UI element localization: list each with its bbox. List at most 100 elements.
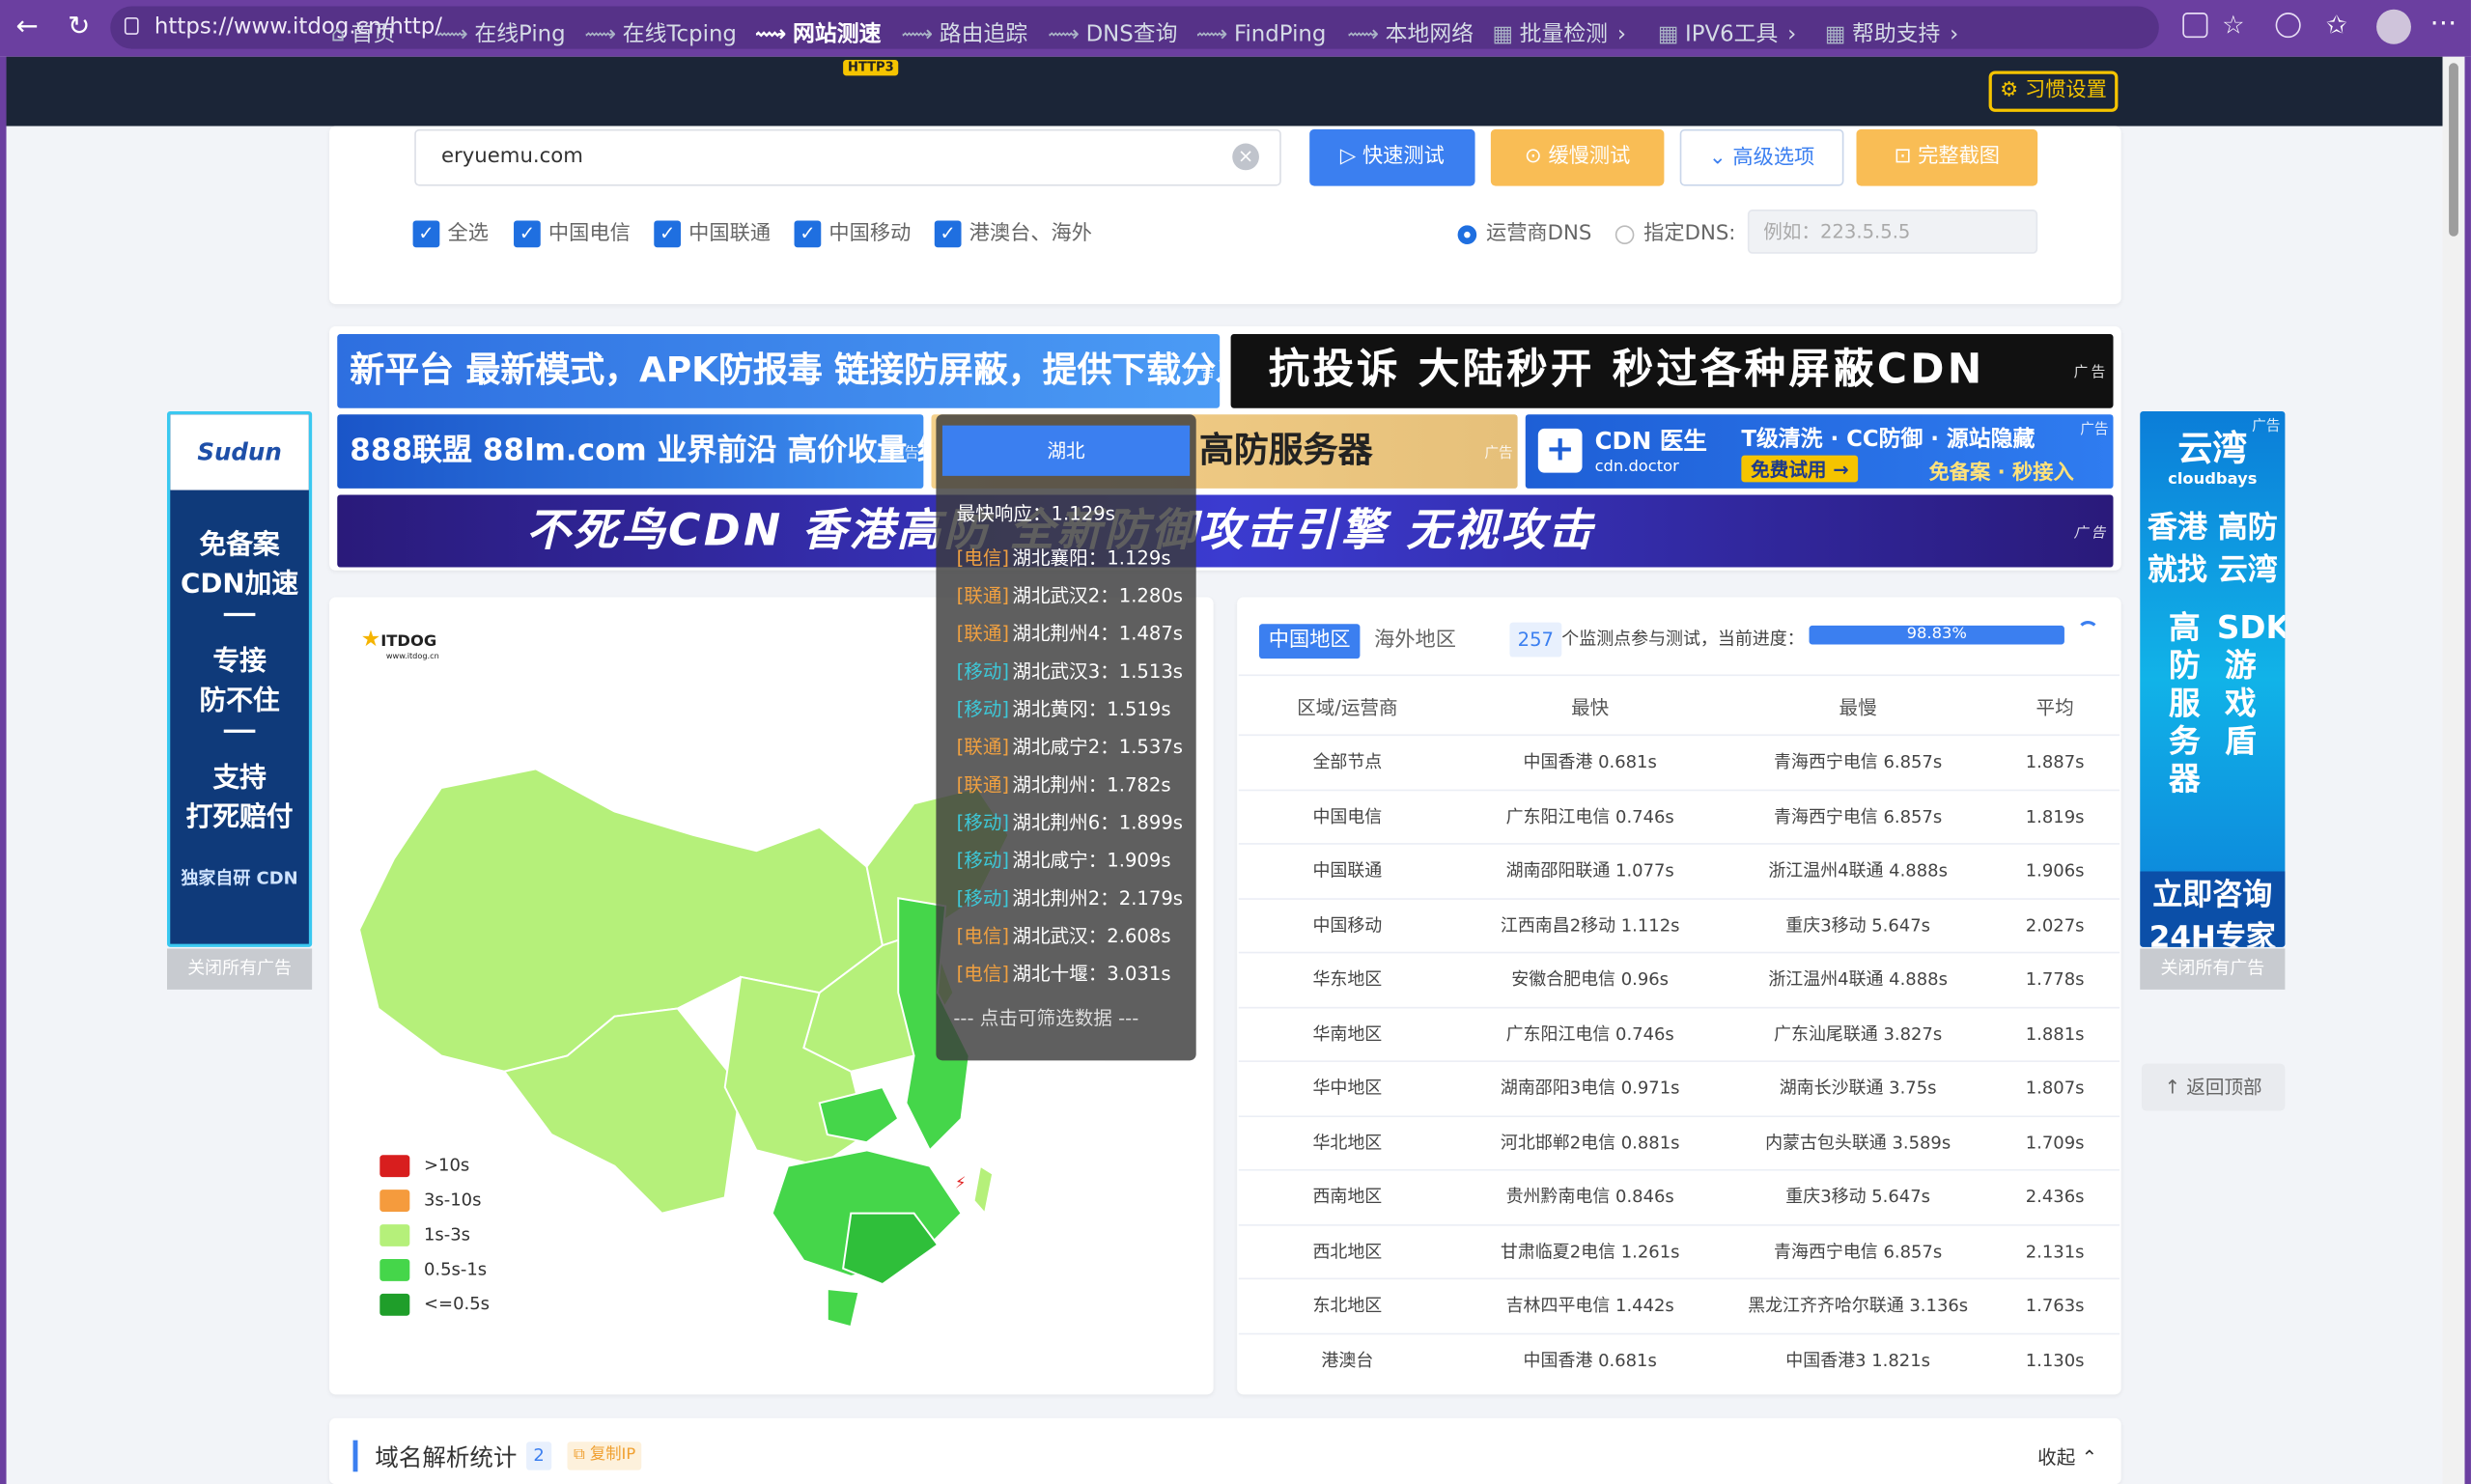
back-to-top-button[interactable]: ↑ 返回顶部: [2141, 1063, 2286, 1111]
table-row[interactable]: 华北地区 河北邯郸2电信 0.881s 内蒙古包头联通 3.589s 1.709s: [1238, 1114, 2120, 1168]
reader-icon[interactable]: [2182, 13, 2208, 39]
table-row[interactable]: 华中地区 湖南邵阳3电信 0.971s 湖南长沙联通 3.75s 1.807s: [1238, 1060, 2120, 1113]
favorites-icon[interactable]: ✩: [2326, 10, 2347, 40]
tooltip-line: [移动] 湖北荆州6：1.899s: [956, 811, 1184, 834]
table-cell: 中国香港 0.681s: [1523, 751, 1657, 772]
collapse-button[interactable]: 收起 ⌃: [2037, 1443, 2097, 1470]
table-cell: 黑龙江齐齐哈尔联通 3.136s: [1748, 1295, 1969, 1316]
table-cell: 1.778s: [2025, 968, 2085, 990]
progress-bar: 98.83%: [1809, 625, 2065, 645]
slow-test-button[interactable]: ⊙ 缓慢测试: [1490, 128, 1665, 186]
nav-ping[interactable]: ⟿ 在线Ping: [436, 0, 566, 70]
map-region-hainan[interactable]: [826, 1287, 860, 1329]
ad-banner-cdn[interactable]: 抗投诉 大陆秒开 秒过各种屏蔽CDN 广告: [1230, 333, 2114, 408]
scrollbar[interactable]: [2442, 56, 2465, 1484]
tooltip-line: [联通] 湖北荆州4：1.487s: [956, 622, 1184, 645]
dns-input[interactable]: 例如：223.5.5.5: [1747, 210, 2038, 254]
checkbox-unicom[interactable]: ✓ 中国联通: [654, 220, 771, 248]
checkbox-overseas[interactable]: ✓ 港澳台、海外: [934, 220, 1092, 248]
nav-traceroute[interactable]: ⟿ 路由追踪: [902, 0, 1028, 70]
ad-banner-cdn-doctor[interactable]: + CDN 医生 cdn.doctor T级清洗 · CC防御 · 源站隐藏 免…: [1525, 414, 2114, 489]
nav-dns[interactable]: ⟿ DNS查询: [1048, 0, 1177, 70]
checkbox-all[interactable]: ✓ 全选: [412, 220, 489, 248]
table-row[interactable]: 中国联通 湖南邵阳联通 1.077s 浙江温州4联通 4.888s 1.906s: [1238, 843, 2120, 896]
table-cell: 青海西宁电信 6.857s: [1774, 805, 1943, 826]
table-cell: 浙江温州4联通 4.888s: [1768, 860, 1948, 882]
checkbox-telecom[interactable]: ✓ 中国电信: [514, 220, 631, 248]
advanced-options-button[interactable]: ⌄ 高级选项: [1679, 128, 1844, 186]
favorite-star-icon[interactable]: ☆: [2222, 10, 2244, 40]
itdog-logo: ★ITDOG www.itdog.cn: [360, 627, 439, 662]
table-cell: 广东阳江电信 0.746s: [1505, 1022, 1674, 1045]
check-icon: ✓: [514, 220, 541, 248]
tab-china[interactable]: 中国地区: [1258, 624, 1361, 659]
table-row[interactable]: 东北地区 吉林四平电信 1.442s 黑龙江齐齐哈尔联通 3.136s 1.763s: [1238, 1277, 2120, 1331]
extensions-icon[interactable]: [2275, 13, 2301, 39]
side-ad-left[interactable]: Sudun 免备案 CDN加速 专接 防不住 支持 打死赔付 独家自研 CDN …: [166, 410, 313, 947]
logo-icon: ★: [360, 627, 381, 653]
tab-overseas[interactable]: 海外地区: [1364, 624, 1465, 658]
nav-ipv6[interactable]: ▦ IPV6工具 ›: [1658, 0, 1796, 70]
table-cell: 广东阳江电信 0.746s: [1505, 805, 1674, 826]
radio-isp-dns[interactable]: 运营商DNS: [1457, 220, 1591, 248]
nav-findping[interactable]: ⟿ FindPing: [1196, 0, 1327, 70]
pulse-icon: ⟿: [1347, 21, 1380, 47]
nav-help[interactable]: ▦ 帮助支持 ›: [1825, 0, 1958, 70]
nav-local-network[interactable]: ⟿ 本地网络: [1347, 0, 1474, 70]
table-cell: 中国香港3 1.821s: [1785, 1349, 1930, 1371]
grid-icon: ▦: [1492, 21, 1514, 47]
close-ads-left[interactable]: 关闭所有广告: [166, 948, 313, 990]
scrollbar-thumb[interactable]: [2449, 63, 2458, 237]
full-screenshot-button[interactable]: ⊡ 完整截图: [1856, 128, 2038, 186]
tooltip-line: [移动] 湖北武汉3：1.513s: [956, 659, 1184, 683]
back-icon[interactable]: ←: [15, 11, 38, 42]
table-row[interactable]: 全部节点 中国香港 0.681s 青海西宁电信 6.857s 1.887s: [1238, 734, 2120, 788]
tooltip-region: 湖北: [941, 425, 1191, 476]
table-cell: 江西南昌2移动 1.112s: [1500, 914, 1680, 936]
copy-icon: ⧉: [574, 1446, 585, 1465]
ad-banner-888[interactable]: 888联盟 88lm.com 业界前沿 高价收量 结算准时广告: [337, 414, 924, 489]
legend-item: 1s-3s: [379, 1224, 470, 1246]
home-icon: ⌂: [330, 21, 346, 47]
table-row[interactable]: 港澳台 中国香港 0.681s 中国香港3 1.821s 1.130s: [1238, 1331, 2120, 1386]
tooltip-footer[interactable]: --- 点击可筛选数据 ---: [953, 1004, 1138, 1031]
gear-icon: ⚙: [2000, 78, 2019, 103]
table-cell: 1.130s: [2025, 1349, 2085, 1371]
ad-banner-phoenix[interactable]: 不死鸟CDN 香港高防 全新防御攻击引擎 无视攻击 广告: [337, 494, 2114, 568]
table-row[interactable]: 华东地区 安徽合肥电信 0.96s 浙江温州4联通 4.888s 1.778s: [1238, 951, 2120, 1005]
legend-item: 0.5s-1s: [379, 1258, 487, 1281]
tooltip-line: [移动] 湖北咸宁：1.909s: [956, 849, 1171, 872]
ad-banner-apk[interactable]: 新平台 最新模式，APK防报毒 链接防屏蔽，提供下载分发 广告: [337, 333, 1221, 408]
table-cell: 中国电信: [1312, 805, 1383, 826]
window-frame: [2464, 56, 2471, 1484]
table-cell: 1.709s: [2025, 1132, 2085, 1153]
domain-input[interactable]: eryuemu.com: [414, 128, 1281, 186]
close-ads-right[interactable]: 关闭所有广告: [2140, 948, 2286, 990]
table-row[interactable]: 西北地区 甘肃临夏2电信 1.261s 青海西宁电信 6.857s 2.131s: [1238, 1223, 2120, 1276]
settings-button[interactable]: ⚙ 习惯设置: [1988, 70, 2119, 112]
checkbox-mobile[interactable]: ✓ 中国移动: [794, 220, 911, 248]
profile-avatar[interactable]: [2376, 9, 2411, 44]
table-row[interactable]: 西南地区 贵州黔南电信 0.846s 重庆3移动 5.647s 2.436s: [1238, 1168, 2120, 1222]
reload-icon[interactable]: ↻: [68, 11, 90, 42]
table-cell: 2.436s: [2025, 1186, 2085, 1208]
table-row[interactable]: 华南地区 广东阳江电信 0.746s 广东汕尾联通 3.827s 1.881s: [1238, 1006, 2120, 1059]
nav-home[interactable]: ⌂ 首页: [331, 0, 396, 70]
clear-icon[interactable]: ×: [1232, 143, 1259, 171]
nav-tcping[interactable]: ⟿ 在线Tcping: [584, 0, 736, 70]
map-region-taiwan[interactable]: [972, 1164, 995, 1216]
side-ad-right[interactable]: 云湾 cloudbays 香港 高防 就找 云湾 高防服务器 SDK游戏盾 立即…: [2140, 410, 2286, 947]
radio-custom-dns[interactable]: 指定DNS:: [1615, 220, 1735, 248]
url-text: https://www.itdog.cn/http/: [154, 14, 442, 40]
more-icon[interactable]: ⋯: [2430, 8, 2457, 40]
table-row[interactable]: 中国电信 广东阳江电信 0.746s 青海西宁电信 6.857s 1.819s: [1238, 788, 2120, 842]
quick-test-button[interactable]: ▷ 快速测试: [1309, 128, 1475, 186]
table-cell: 湖南邵阳联通 1.077s: [1505, 860, 1674, 882]
lock-icon: [124, 16, 139, 35]
copy-ip-button[interactable]: ⧉ 复制IP: [567, 1442, 642, 1470]
table-cell: 西南地区: [1312, 1186, 1383, 1208]
table-cell: 1.807s: [2025, 1078, 2085, 1099]
legend-item: >10s: [379, 1155, 469, 1178]
nav-batch[interactable]: ▦ 批量检测 ›: [1493, 0, 1626, 70]
table-row[interactable]: 中国移动 江西南昌2移动 1.112s 重庆3移动 5.647s 2.027s: [1238, 897, 2120, 950]
